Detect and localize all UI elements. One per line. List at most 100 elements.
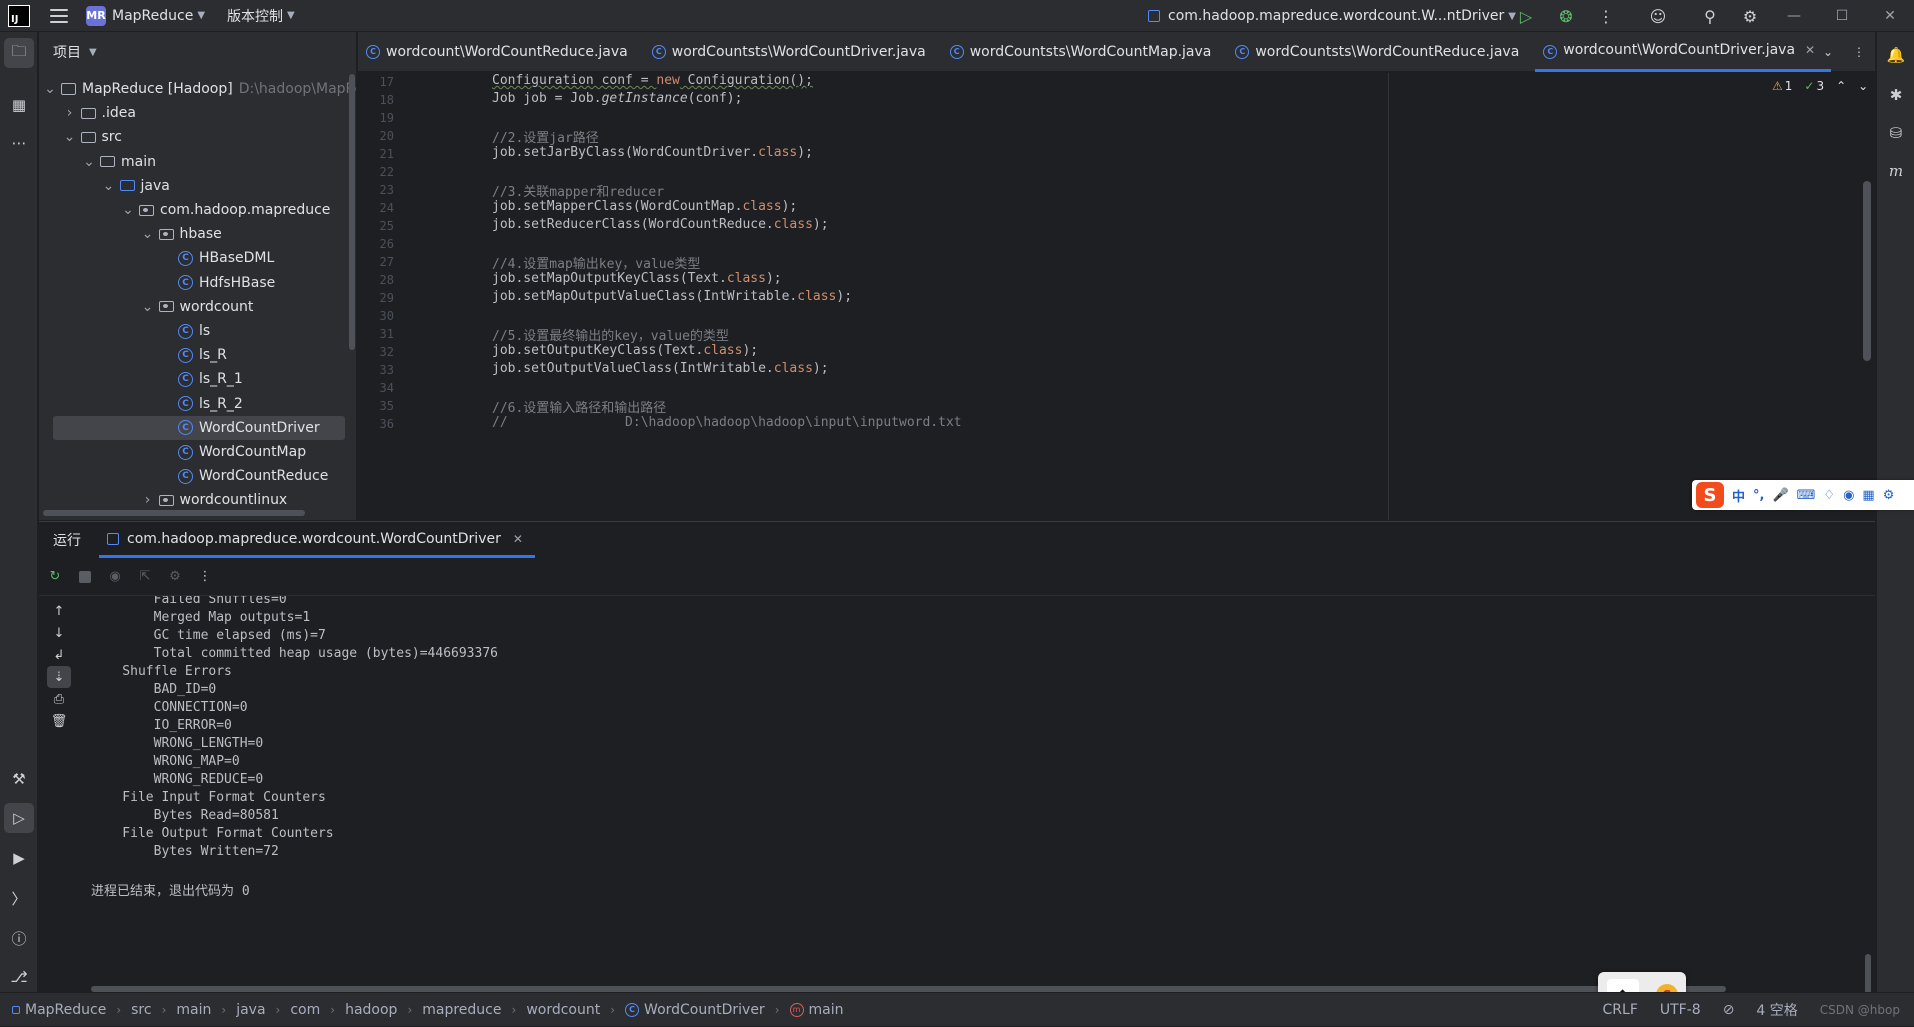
project-panel-header[interactable]: 项目 ▼	[39, 32, 356, 72]
stop-icon[interactable]	[77, 569, 93, 585]
editor-scrollbar[interactable]	[1863, 181, 1871, 361]
tree-item[interactable]: ⌄ MapReduce [Hadoop] D:\hadoop\MapRed	[43, 77, 356, 101]
inspection-widget[interactable]: ⚠ 1 ✓ 3 ⌃ ⌄	[1772, 79, 1868, 93]
chevron-up-icon[interactable]: ⌃	[1836, 79, 1846, 93]
camera-icon[interactable]: ◉	[107, 569, 123, 585]
breadcrumb-item[interactable]: WordCountDriver	[644, 1002, 765, 1018]
settings-icon[interactable]: ⚙	[1730, 0, 1770, 32]
breadcrumb-item[interactable]: src	[131, 1002, 151, 1018]
run-icon[interactable]: ▷	[1506, 0, 1546, 32]
breadcrumb-item[interactable]: MapReduce	[25, 1002, 106, 1018]
editor-tab[interactable]: Cwordcount\WordCountDriver.java ✕	[1535, 32, 1832, 72]
ime-language-toggle[interactable]: 中	[1732, 486, 1745, 505]
more-vertical-icon[interactable]: ⋮	[197, 569, 213, 585]
terminal-icon[interactable]: 〉	[4, 883, 34, 913]
project-scrollbar[interactable]	[349, 74, 355, 350]
readonly-toggle-icon[interactable]: ⊘	[1723, 1002, 1735, 1018]
chevron-down-icon[interactable]: ⌄	[1858, 79, 1868, 93]
keyboard-icon[interactable]: ⌨	[1797, 488, 1816, 503]
minimize-icon[interactable]: —	[1770, 0, 1818, 32]
breadcrumb-item[interactable]: wordcount	[526, 1002, 600, 1018]
arrow-up-icon[interactable]: ↑	[47, 600, 71, 622]
mic-icon[interactable]: 🎤	[1772, 488, 1788, 503]
chevron-right-icon[interactable]: ›	[63, 105, 77, 121]
debug-icon[interactable]: ❂	[1546, 0, 1586, 32]
project-badge[interactable]: MR	[86, 5, 106, 26]
console-vertical-scrollbar[interactable]	[1865, 954, 1871, 994]
chevron-down-icon[interactable]: ⌄	[102, 178, 116, 194]
project-horizontal-scrollbar[interactable]	[43, 510, 305, 516]
add-user-icon[interactable]: ☺	[1626, 0, 1690, 32]
tree-item[interactable]: › .idea	[63, 101, 136, 125]
chevron-down-icon[interactable]: ⌄	[121, 202, 135, 218]
run-tab[interactable]: com.hadoop.mapreduce.wordcount.WordCount…	[99, 522, 535, 558]
soft-wrap-icon[interactable]: ↲	[47, 644, 71, 666]
tree-item[interactable]: › wordcountlinux	[141, 488, 288, 512]
tree-item[interactable]: Cls_R_2	[160, 392, 243, 416]
trash-icon[interactable]: 🗑	[47, 710, 71, 732]
gamepad-icon[interactable]: ◉	[1843, 488, 1854, 503]
chevron-down-icon[interactable]: ⌄	[1823, 45, 1833, 59]
editor-tab[interactable]: CwordCountsts\WordCountMap.java	[942, 32, 1228, 72]
editor-tab[interactable]: CwordCountsts\WordCountReduce.java	[1227, 32, 1535, 72]
print-icon[interactable]: ⎙	[47, 688, 71, 710]
hamburger-icon[interactable]	[50, 8, 68, 23]
attach-debugger-icon[interactable]: ⚙	[167, 569, 183, 585]
breadcrumb-item[interactable]: java	[236, 1002, 265, 1018]
tree-item[interactable]: ⌄ java	[102, 174, 170, 198]
breadcrumb-item[interactable]: main	[809, 1002, 844, 1018]
more-horizontal-icon[interactable]: ⋯	[4, 128, 34, 158]
tree-item[interactable]: C WordCountDriver	[53, 415, 345, 440]
breadcrumb-item[interactable]: main	[176, 1002, 211, 1018]
build-icon[interactable]: ⚒	[4, 764, 34, 794]
chevron-down-icon[interactable]: ▼	[287, 10, 295, 21]
rerun-icon[interactable]: ↻	[47, 569, 63, 585]
grid-icon[interactable]: ▦	[1862, 488, 1874, 503]
run-config-selector[interactable]: com.hadoop.mapreduce.wordcount.W...ntDri…	[1148, 0, 1516, 32]
services-icon[interactable]: ▶	[4, 843, 34, 873]
tree-item[interactable]: ⌄ hbase	[141, 222, 222, 246]
editor-tab[interactable]: Cwordcount\WordCountReduce.java	[358, 32, 644, 72]
ai-assistant-icon[interactable]: ✱	[1881, 80, 1911, 110]
chevron-down-icon[interactable]: ▼	[89, 47, 97, 58]
tree-item[interactable]: C HBaseDML	[160, 246, 274, 270]
tree-item[interactable]: ⌄ wordcount	[141, 295, 254, 319]
tree-item[interactable]: ⌄ com.hadoop.mapreduce	[121, 198, 330, 222]
close-icon[interactable]: ✕	[1805, 43, 1815, 57]
code-editor[interactable]: 17 18 19 20 21 22 23 24 25 26 27 28 29 30 31 32 33 34 35 36…	[358, 73, 1875, 520]
project-name[interactable]: MapReduce	[112, 8, 193, 24]
shirt-icon[interactable]: ♢	[1823, 488, 1835, 503]
ime-punctuation-toggle[interactable]: °,	[1753, 488, 1764, 503]
database-icon[interactable]: ⛁	[1881, 118, 1911, 148]
export-icon[interactable]: ⇱	[137, 569, 153, 585]
folder-icon[interactable]: 🗀	[4, 38, 34, 68]
breadcrumb-item[interactable]: mapreduce	[422, 1002, 501, 1018]
more-vertical-icon[interactable]: ⋮	[1853, 45, 1865, 59]
chevron-down-icon[interactable]: ▼	[197, 10, 205, 21]
more-vertical-icon[interactable]: ⋮	[1586, 0, 1626, 32]
tree-item[interactable]: ⌄ main	[82, 150, 156, 174]
maximize-icon[interactable]: ☐	[1818, 0, 1866, 32]
editor-tab[interactable]: CwordCountsts\WordCountDriver.java	[644, 32, 942, 72]
close-icon[interactable]: ✕	[513, 532, 523, 546]
chevron-down-icon[interactable]: ⌄	[82, 154, 96, 170]
breadcrumb-item[interactable]: com	[290, 1002, 320, 1018]
search-icon[interactable]: ⚲	[1690, 0, 1730, 32]
tree-item[interactable]: Cls	[160, 319, 210, 343]
tree-item[interactable]: C WordCountMap	[160, 440, 306, 464]
problems-icon[interactable]: ⓘ	[4, 923, 34, 953]
chevron-down-icon[interactable]: ⌄	[63, 129, 77, 145]
scroll-to-end-icon[interactable]: ⇣	[47, 666, 71, 688]
chevron-down-icon[interactable]: ⌄	[141, 226, 155, 242]
chevron-right-icon[interactable]: ›	[141, 492, 155, 508]
maven-icon[interactable]: m	[1881, 156, 1911, 186]
gear-icon[interactable]: ⚙	[1883, 488, 1895, 503]
structure-icon[interactable]: ▦	[4, 90, 34, 120]
line-separator[interactable]: CRLF	[1603, 1002, 1638, 1018]
chevron-down-icon[interactable]: ⌄	[43, 81, 57, 97]
vcs-menu[interactable]: 版本控制	[227, 6, 283, 26]
git-icon[interactable]: ⎇	[4, 962, 34, 992]
run-panel-icon[interactable]: ▷	[4, 803, 34, 833]
tree-item[interactable]: Cls_R_1	[160, 367, 243, 391]
chevron-down-icon[interactable]: ⌄	[141, 299, 155, 315]
